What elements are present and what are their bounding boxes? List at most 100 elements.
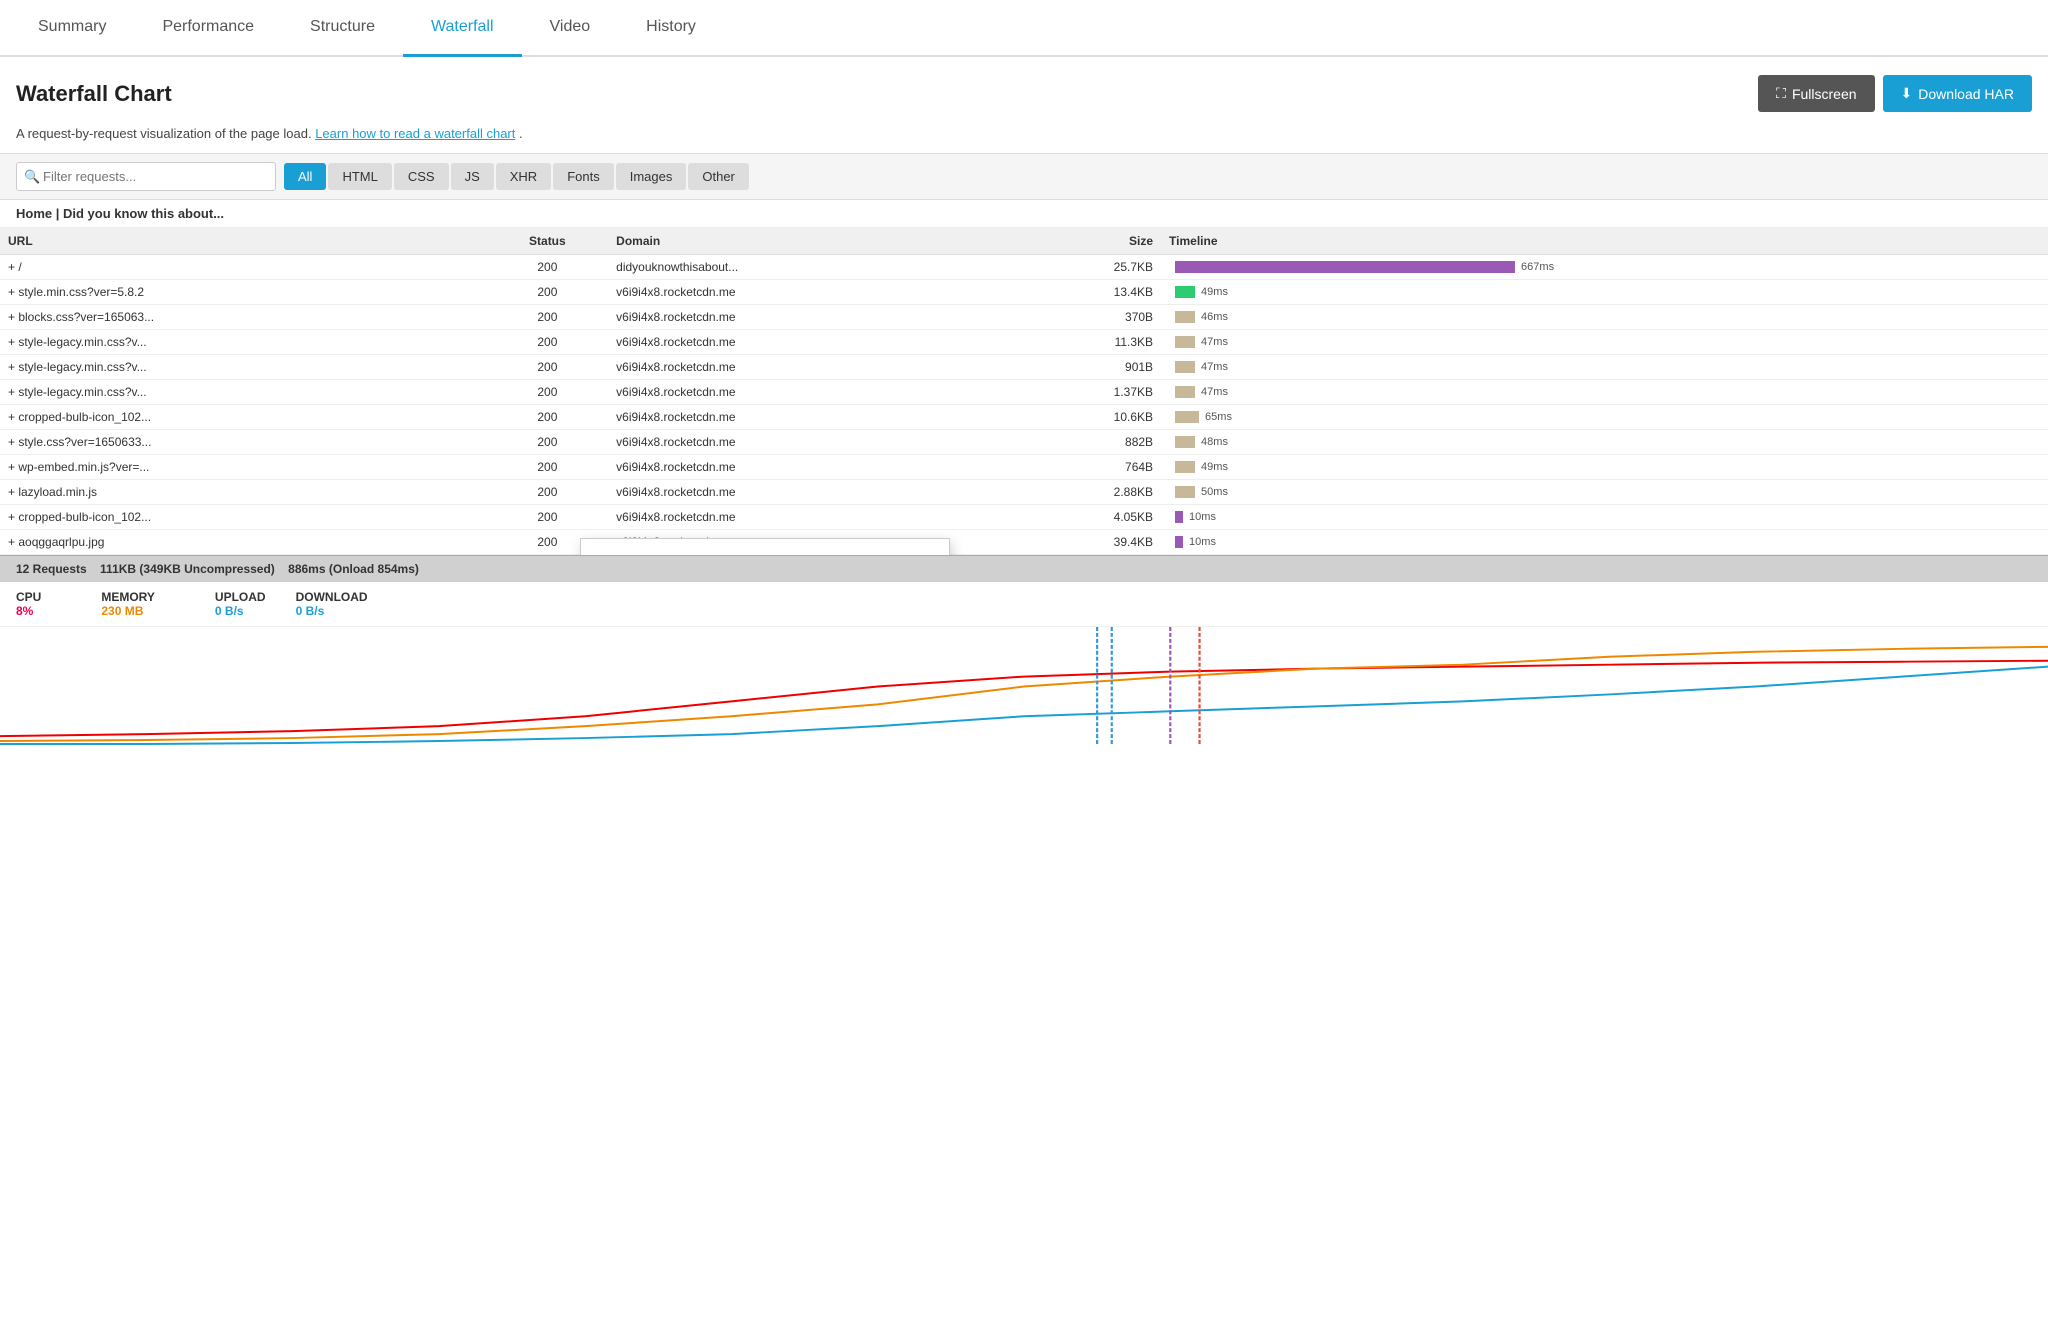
cpu-value: 8% — [16, 604, 41, 618]
page-header: Waterfall Chart ⛶ Fullscreen ⬇ Download … — [0, 57, 2048, 122]
table-row[interactable]: + aoqggaqrlpu.jpg200v6i9i4x8.rocketcdn.m… — [0, 530, 2048, 555]
cell-status: 200 — [487, 355, 609, 380]
col-size: Size — [995, 228, 1161, 255]
cell-url: + blocks.css?ver=165063... — [0, 305, 487, 330]
cell-domain: v6i9i4x8.rocketcdn.me — [608, 455, 995, 480]
cell-timeline: 49ms — [1161, 280, 2048, 305]
cell-status: 200 — [487, 305, 609, 330]
cell-size: 370B — [995, 305, 1161, 330]
tab-video[interactable]: Video — [522, 0, 619, 57]
tab-waterfall[interactable]: Waterfall — [403, 0, 522, 57]
cell-size: 2.88KB — [995, 480, 1161, 505]
cell-size: 1.37KB — [995, 380, 1161, 405]
cell-status: 200 — [487, 430, 609, 455]
cell-timeline: 10ms — [1161, 530, 2048, 555]
cell-domain: v6i9i4x8.rocketcdn.me — [608, 355, 995, 380]
filter-input-wrap: 🔍 — [16, 162, 276, 191]
cell-url: + cropped-bulb-icon_102... — [0, 505, 487, 530]
download-har-button[interactable]: ⬇ Download HAR — [1883, 75, 2032, 112]
memory-label: MEMORY — [101, 590, 155, 604]
table-row[interactable]: + style-legacy.min.css?v...200v6i9i4x8.r… — [0, 330, 2048, 355]
cell-status: 200 — [487, 405, 609, 430]
cell-url: + style.min.css?ver=5.8.2 — [0, 280, 487, 305]
filter-btn-fonts[interactable]: Fonts — [553, 163, 614, 190]
cell-status: 200 — [487, 330, 609, 355]
cell-domain: v6i9i4x8.rocketcdn.me — [608, 405, 995, 430]
filter-btn-js[interactable]: JS — [451, 163, 494, 190]
cell-status: 200 — [487, 255, 609, 280]
summary-onload: (Onload 854ms) — [329, 562, 419, 576]
filter-btn-xhr[interactable]: XHR — [496, 163, 551, 190]
filter-btn-css[interactable]: CSS — [394, 163, 449, 190]
learn-link[interactable]: Learn how to read a waterfall chart — [315, 126, 515, 141]
cell-domain: v6i9i4x8.rocketcdn.me — [608, 380, 995, 405]
tabs-bar: Summary Performance Structure Waterfall … — [0, 0, 2048, 57]
table-row[interactable]: + wp-embed.min.js?ver=...200v6i9i4x8.roc… — [0, 455, 2048, 480]
cell-url: + style-legacy.min.css?v... — [0, 330, 487, 355]
col-url: URL — [0, 228, 487, 255]
cell-url: + / — [0, 255, 487, 280]
col-status: Status — [487, 228, 609, 255]
cell-size: 11.3KB — [995, 330, 1161, 355]
table-wrapper: URL Status Domain Size Timeline + /200di… — [0, 228, 2048, 555]
cpu-line — [0, 661, 2048, 736]
filter-bar: 🔍 All HTML CSS JS XHR Fonts Images Other — [0, 153, 2048, 200]
cell-timeline: 47ms — [1161, 330, 2048, 355]
description: A request-by-request visualization of th… — [0, 122, 2048, 153]
memory-value: 230 MB — [101, 604, 155, 618]
upload-label: UPLOAD — [215, 590, 266, 604]
table-row[interactable]: + style-legacy.min.css?v...200v6i9i4x8.r… — [0, 380, 2048, 405]
cell-size: 13.4KB — [995, 280, 1161, 305]
download-label: DOWNLOAD — [296, 590, 368, 604]
cell-timeline: 49ms — [1161, 455, 2048, 480]
tooltip-popup: 0ms Request start time since the beginni… — [580, 538, 950, 555]
cell-url: + cropped-bulb-icon_102... — [0, 405, 487, 430]
cell-size: 10.6KB — [995, 405, 1161, 430]
tab-history[interactable]: History — [618, 0, 724, 57]
memory-line — [0, 647, 2048, 741]
cpu-metric: CPU 8% — [16, 590, 41, 618]
table-row[interactable]: + blocks.css?ver=165063...200v6i9i4x8.ro… — [0, 305, 2048, 330]
table-header-row: URL Status Domain Size Timeline — [0, 228, 2048, 255]
cell-url: + aoqggaqrlpu.jpg — [0, 530, 487, 555]
filter-btn-all[interactable]: All — [284, 163, 326, 190]
table-row[interactable]: + /200didyouknowthisabout...25.7KB667ms — [0, 255, 2048, 280]
table-row[interactable]: + style.css?ver=1650633...200v6i9i4x8.ro… — [0, 430, 2048, 455]
cell-domain: v6i9i4x8.rocketcdn.me — [608, 505, 995, 530]
cell-timeline: 47ms — [1161, 355, 2048, 380]
summary-uncompressed: (349KB Uncompressed) — [139, 562, 274, 576]
waterfall-container: Home | Did you know this about... URL St… — [0, 200, 2048, 582]
tab-summary[interactable]: Summary — [10, 0, 134, 57]
cell-timeline: 46ms — [1161, 305, 2048, 330]
cell-size: 25.7KB — [995, 255, 1161, 280]
table-row[interactable]: + style-legacy.min.css?v...200v6i9i4x8.r… — [0, 355, 2048, 380]
cpu-label: CPU — [16, 590, 41, 604]
waterfall-table: URL Status Domain Size Timeline + /200di… — [0, 228, 2048, 555]
cell-timeline: 10ms — [1161, 505, 2048, 530]
fullscreen-button[interactable]: ⛶ Fullscreen — [1758, 75, 1874, 112]
cell-timeline: 47ms — [1161, 380, 2048, 405]
summary-requests: 12 Requests — [16, 562, 87, 576]
table-row[interactable]: + cropped-bulb-icon_102...200v6i9i4x8.ro… — [0, 505, 2048, 530]
cell-url: + style.css?ver=1650633... — [0, 430, 487, 455]
cell-status: 200 — [487, 380, 609, 405]
upload-metric: UPLOAD 0 B/s DOWNLOAD 0 B/s — [215, 590, 368, 618]
tab-structure[interactable]: Structure — [282, 0, 403, 57]
table-body: + /200didyouknowthisabout...25.7KB667ms+… — [0, 255, 2048, 555]
col-timeline: Timeline — [1161, 228, 2048, 255]
breadcrumb: Home | Did you know this about... — [0, 200, 2048, 228]
download-line — [0, 667, 2048, 744]
filter-btn-images[interactable]: Images — [616, 163, 687, 190]
cell-status: 200 — [487, 480, 609, 505]
filter-btn-html[interactable]: HTML — [328, 163, 391, 190]
tab-performance[interactable]: Performance — [134, 0, 282, 57]
cell-status: 200 — [487, 280, 609, 305]
filter-input[interactable] — [16, 162, 276, 191]
cell-timeline: 50ms — [1161, 480, 2048, 505]
table-row[interactable]: + cropped-bulb-icon_102...200v6i9i4x8.ro… — [0, 405, 2048, 430]
table-row[interactable]: + style.min.css?ver=5.8.2200v6i9i4x8.roc… — [0, 280, 2048, 305]
cell-size: 39.4KB — [995, 530, 1161, 555]
header-buttons: ⛶ Fullscreen ⬇ Download HAR — [1758, 75, 2032, 112]
filter-btn-other[interactable]: Other — [688, 163, 749, 190]
table-row[interactable]: + lazyload.min.js200v6i9i4x8.rocketcdn.m… — [0, 480, 2048, 505]
